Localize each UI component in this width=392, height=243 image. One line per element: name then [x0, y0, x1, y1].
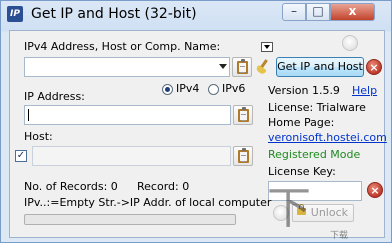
text-caret: [28, 109, 29, 121]
maximize-button[interactable]: □: [306, 3, 330, 21]
host-checkbox[interactable]: ✓: [15, 150, 27, 162]
help-link[interactable]: Help: [352, 84, 377, 97]
host-label: Host:: [24, 130, 53, 143]
clipboard-icon: [237, 59, 248, 74]
chevron-down-icon[interactable]: [219, 64, 227, 69]
progress-bar: [24, 214, 236, 225]
clipboard-icon: [238, 148, 249, 163]
record-index-text: Record: 0: [137, 180, 190, 193]
window-title: Get IP and Host (32-bit): [31, 6, 197, 22]
ip-address-field[interactable]: [24, 105, 231, 125]
home-page-link[interactable]: veronisoft.hostei.com: [268, 131, 387, 144]
version-text: Version 1.5.9: [268, 84, 340, 97]
broom-head-icon: [255, 64, 267, 76]
copy-ip-button[interactable]: [233, 105, 253, 125]
paste-button[interactable]: [232, 57, 252, 77]
remove-key-icon[interactable]: ×: [367, 182, 383, 198]
history-dropdown-icon[interactable]: [261, 42, 273, 52]
radio-ipv6[interactable]: [208, 84, 219, 95]
ip-address-label: IP Address:: [24, 90, 85, 103]
host-input-label: IPv4 Address, Host or Comp. Name:: [24, 40, 221, 53]
app-icon: IP: [7, 6, 23, 22]
radio-ipv6-label: IPv6: [222, 82, 246, 95]
globe-icon[interactable]: [342, 35, 358, 51]
radio-ipv4[interactable]: [162, 84, 173, 95]
registered-mode-text: Registered Mode: [268, 148, 361, 161]
host-combo-input[interactable]: [24, 57, 230, 77]
clear-button[interactable]: [253, 57, 273, 77]
watermark-caption: 下载: [330, 231, 349, 241]
app-window: IP Get IP and Host (32-bit) – □ x IPv4 A…: [0, 0, 392, 243]
close-button[interactable]: x: [330, 3, 375, 21]
watermark-logo: 下: [267, 183, 311, 234]
clipboard-icon: [238, 107, 249, 122]
home-page-label: Home Page:: [268, 116, 335, 129]
copy-host-button[interactable]: [233, 146, 253, 166]
hint-text: IPv..:=Empty Str.->IP Addr. of local com…: [24, 196, 272, 209]
get-ip-and-host-button[interactable]: Get IP and Host: [276, 57, 364, 77]
records-count-text: No. of Records: 0: [24, 180, 118, 193]
title-bar[interactable]: IP Get IP and Host (32-bit) – □ x: [1, 1, 391, 29]
license-text: License: Trialware: [268, 101, 366, 114]
host-field[interactable]: [32, 146, 231, 166]
radio-ipv4-label: IPv4: [176, 82, 200, 95]
minimize-button[interactable]: –: [282, 3, 306, 21]
remove-icon[interactable]: ×: [366, 59, 382, 75]
license-key-label: License Key:: [268, 165, 336, 178]
